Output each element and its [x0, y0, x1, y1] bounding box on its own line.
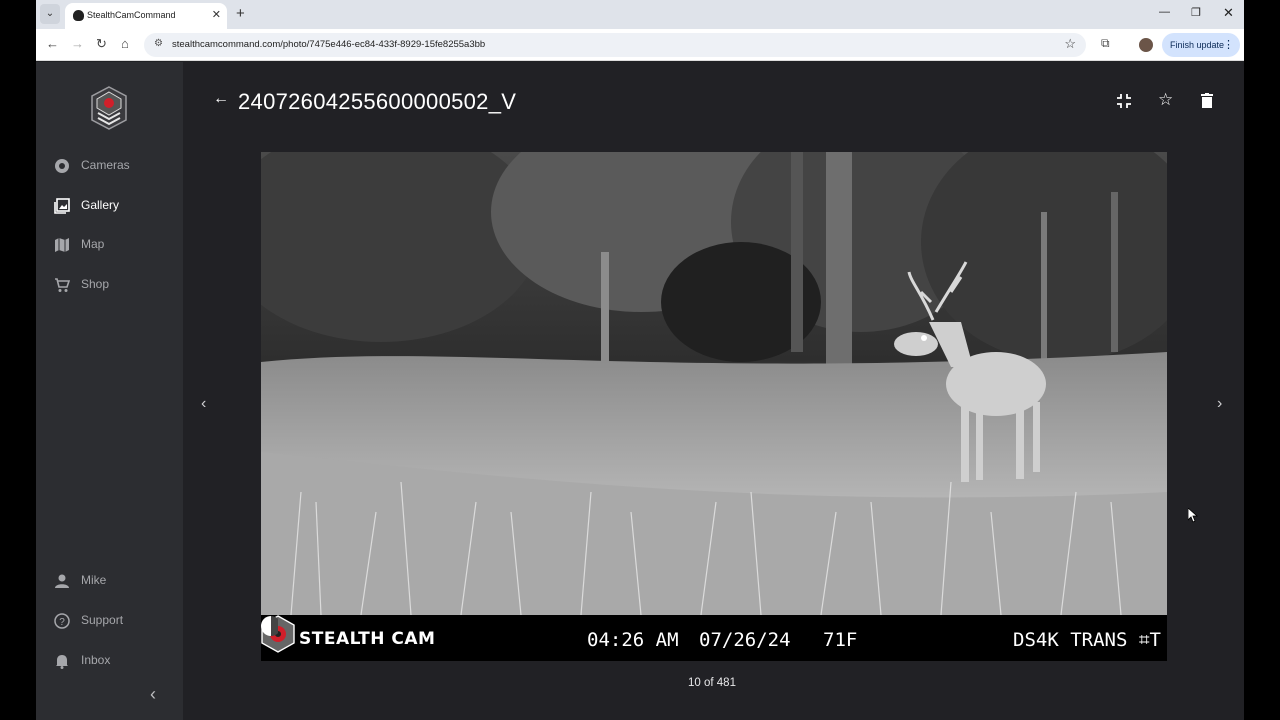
url-text[interactable]: stealthcamcommand.com/photo/7475e446-ec8…: [172, 39, 485, 50]
svg-text:?: ?: [59, 617, 65, 628]
aperture-icon: [55, 159, 69, 173]
forward-icon[interactable]: →: [71, 36, 84, 51]
sidebar-item-label: Map: [81, 237, 105, 251]
person-icon: [55, 574, 69, 588]
minimize-icon[interactable]: —: [1159, 6, 1170, 18]
moon-phase-icon: [261, 616, 278, 636]
back-arrow-icon[interactable]: ←: [213, 90, 229, 108]
page-title: 24072604255600000502_V: [238, 89, 517, 114]
camera-info-bar: STEALTH CAM 04:26 AM 07/26/24 71F DS4K T…: [261, 615, 1167, 661]
trail-camera-photo: STEALTH CAM 04:26 AM 07/26/24 71F DS4K T…: [261, 152, 1167, 661]
delete-icon[interactable]: [1201, 93, 1213, 108]
camera-model: DS4K TRANS ⌗T: [1013, 629, 1161, 651]
close-icon[interactable]: ✕: [1223, 5, 1234, 21]
sidebar-item-label: Inbox: [81, 653, 111, 667]
browser-toolbar: ← → ↻ ⌂ ⚙ stealthcamcommand.com/photo/74…: [36, 29, 1244, 61]
sidebar-item-mike[interactable]: Mike: [36, 565, 183, 597]
previous-photo-icon[interactable]: ‹: [201, 395, 206, 413]
finish-update-button[interactable]: Finish update ⋮: [1162, 33, 1240, 57]
sidebar-item-label: Shop: [81, 277, 110, 291]
favorite-star-icon[interactable]: ☆: [1158, 90, 1173, 110]
photo-time: 04:26 AM: [587, 629, 679, 651]
tab-title: StealthCamCommand: [87, 10, 176, 20]
favicon-icon: [73, 10, 84, 21]
tab-dropdown-icon[interactable]: ⌄: [40, 4, 60, 24]
tab-close-icon[interactable]: ✕: [212, 8, 221, 21]
sidebar-item-label: Gallery: [81, 198, 120, 212]
photo-viewer: ← 24072604255600000502_V ☆ ‹ › STEALTH C…: [183, 62, 1244, 720]
address-bar[interactable]: ⚙ stealthcamcommand.com/photo/7475e446-e…: [144, 33, 1086, 57]
next-photo-icon[interactable]: ›: [1217, 395, 1222, 413]
app-container: Cameras Gallery Map Shop Mike ? Support: [36, 62, 1244, 720]
sidebar-item-label: Mike: [81, 573, 107, 587]
back-icon[interactable]: ←: [46, 36, 59, 51]
brand-text: STEALTH CAM: [299, 629, 436, 649]
photo-temperature: 71F: [823, 629, 858, 651]
sidebar-item-shop[interactable]: Shop: [36, 269, 183, 301]
sidebar-item-map[interactable]: Map: [36, 229, 183, 261]
collapse-sidebar-icon[interactable]: ‹: [150, 684, 156, 705]
reload-icon[interactable]: ↻: [96, 36, 107, 52]
menu-dots-icon[interactable]: ⋮: [1223, 33, 1234, 57]
help-icon: ?: [54, 613, 70, 629]
mouse-cursor-icon: [1188, 508, 1198, 523]
sidebar-item-label: Support: [81, 613, 124, 627]
browser-tab[interactable]: StealthCamCommand ✕: [65, 3, 227, 29]
bell-icon: [56, 655, 68, 669]
sidebar: Cameras Gallery Map Shop Mike ? Support: [36, 62, 183, 720]
sidebar-item-inbox[interactable]: Inbox: [36, 645, 183, 677]
browser-window: ⌄ StealthCamCommand ✕ + — ❐ ✕ ← → ↻ ⌂ ⚙ …: [36, 0, 1244, 720]
photo-image: [261, 152, 1167, 615]
extensions-icon[interactable]: ⧉: [1101, 36, 1110, 51]
sidebar-item-label: Cameras: [81, 158, 130, 172]
bookmark-star-icon[interactable]: ☆: [1064, 36, 1076, 52]
photo-date: 07/26/24: [699, 629, 791, 651]
sidebar-item-support[interactable]: ? Support: [36, 605, 183, 637]
maximize-icon[interactable]: ❐: [1191, 6, 1201, 19]
sidebar-item-gallery[interactable]: Gallery: [36, 190, 183, 222]
cart-icon: [55, 278, 70, 292]
stealthcam-logo: [91, 86, 127, 130]
fullscreen-exit-icon[interactable]: [1116, 93, 1132, 109]
profile-avatar[interactable]: [1139, 38, 1153, 52]
gallery-icon: [54, 198, 70, 214]
tab-strip: ⌄ StealthCamCommand ✕ + — ❐ ✕: [36, 0, 1244, 29]
site-settings-icon[interactable]: ⚙: [154, 38, 163, 49]
home-icon[interactable]: ⌂: [121, 36, 129, 51]
map-icon: [55, 238, 69, 252]
sidebar-item-cameras[interactable]: Cameras: [36, 150, 183, 182]
finish-update-label: Finish update: [1170, 40, 1225, 50]
new-tab-icon[interactable]: +: [236, 5, 245, 22]
photo-counter: 10 of 481: [688, 677, 736, 689]
